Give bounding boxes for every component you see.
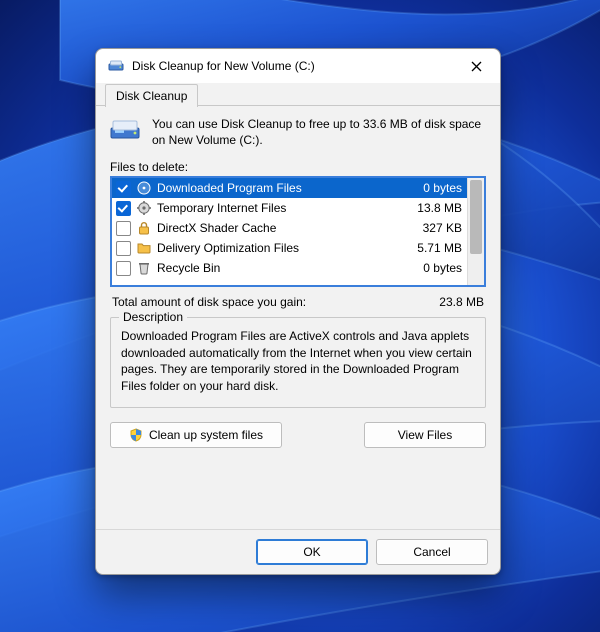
item-label: Temporary Internet Files <box>157 201 399 215</box>
item-checkbox[interactable] <box>116 181 131 196</box>
shield-icon <box>129 428 143 442</box>
disk-cleanup-dialog: Disk Cleanup for New Volume (C:) Disk Cl… <box>95 48 501 575</box>
cancel-button[interactable]: Cancel <box>376 539 488 565</box>
folder-icon <box>136 240 152 256</box>
view-files-button[interactable]: View Files <box>364 422 486 448</box>
files-to-delete-label: Files to delete: <box>110 160 486 174</box>
tab-body: You can use Disk Cleanup to free up to 3… <box>96 106 500 529</box>
gear-icon <box>136 200 152 216</box>
list-item[interactable]: Recycle Bin 0 bytes <box>112 258 468 278</box>
view-files-label: View Files <box>398 428 452 442</box>
lock-icon <box>136 220 152 236</box>
files-list[interactable]: Downloaded Program Files 0 bytes Temporary… <box>110 176 486 287</box>
titlebar: Disk Cleanup for New Volume (C:) <box>96 49 500 83</box>
app-drive-icon <box>108 58 124 74</box>
description-group: Description Downloaded Program Files are… <box>110 317 486 407</box>
dialog-client: Disk Cleanup You can use Disk Cleanup to… <box>96 83 500 574</box>
item-size: 327 KB <box>404 221 462 235</box>
list-item[interactable]: Downloaded Program Files 0 bytes <box>112 178 468 198</box>
scrollbar-thumb[interactable] <box>470 180 482 254</box>
item-label: DirectX Shader Cache <box>157 221 399 235</box>
total-value: 23.8 MB <box>439 295 484 309</box>
tab-strip: Disk Cleanup <box>96 83 500 106</box>
item-size: 5.71 MB <box>404 241 462 255</box>
item-label: Delivery Optimization Files <box>157 241 399 255</box>
list-item[interactable]: Temporary Internet Files 13.8 MB <box>112 198 468 218</box>
description-text: Downloaded Program Files are ActiveX con… <box>121 328 475 394</box>
item-checkbox[interactable] <box>116 221 131 236</box>
item-checkbox[interactable] <box>116 241 131 256</box>
files-list-scrollbar[interactable] <box>467 178 484 285</box>
intro-text: You can use Disk Cleanup to free up to 3… <box>152 116 486 148</box>
item-checkbox[interactable] <box>116 201 131 216</box>
ok-button[interactable]: OK <box>256 539 368 565</box>
item-size: 0 bytes <box>404 261 462 275</box>
disk-icon <box>136 180 152 196</box>
total-row: Total amount of disk space you gain: 23.… <box>112 295 484 309</box>
total-label: Total amount of disk space you gain: <box>112 295 439 309</box>
clean-system-files-button[interactable]: Clean up system files <box>110 422 282 448</box>
list-item[interactable]: Delivery Optimization Files 5.71 MB <box>112 238 468 258</box>
list-item[interactable]: DirectX Shader Cache 327 KB <box>112 218 468 238</box>
item-size: 0 bytes <box>404 181 462 195</box>
dialog-footer: OK Cancel <box>96 529 500 574</box>
intro-drive-icon <box>110 118 142 142</box>
item-label: Recycle Bin <box>157 261 399 275</box>
bin-icon <box>136 260 152 276</box>
ok-label: OK <box>303 545 320 559</box>
intro-row: You can use Disk Cleanup to free up to 3… <box>110 116 486 148</box>
description-heading: Description <box>119 310 187 324</box>
item-checkbox[interactable] <box>116 261 131 276</box>
item-label: Downloaded Program Files <box>157 181 399 195</box>
tab-disk-cleanup[interactable]: Disk Cleanup <box>105 84 198 107</box>
window-title: Disk Cleanup for New Volume (C:) <box>132 59 462 73</box>
item-size: 13.8 MB <box>404 201 462 215</box>
clean-system-files-label: Clean up system files <box>149 428 263 442</box>
close-icon[interactable] <box>462 52 490 80</box>
cancel-label: Cancel <box>413 545 450 559</box>
